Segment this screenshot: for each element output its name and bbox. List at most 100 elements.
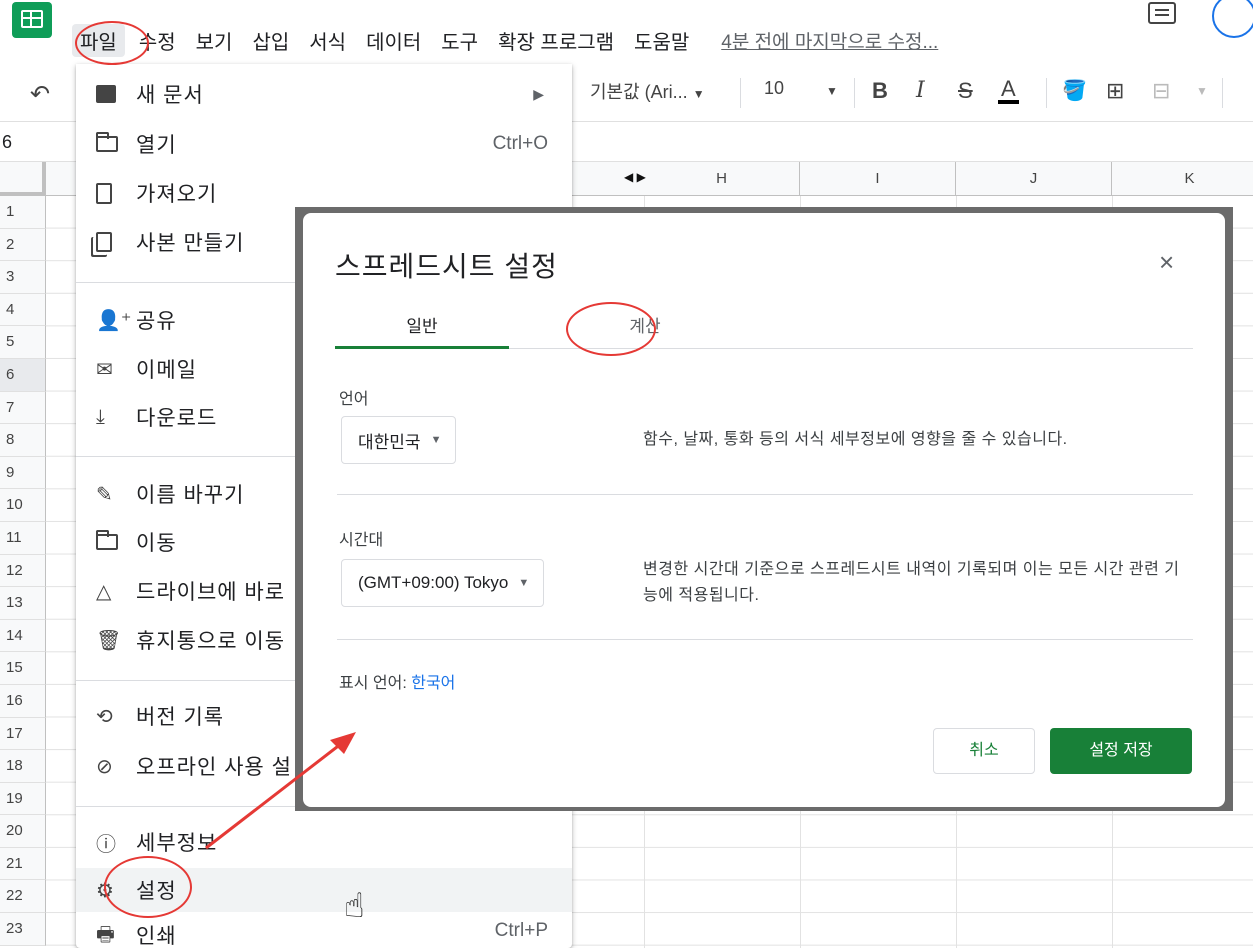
- chevron-down-icon[interactable]: ▼: [1196, 84, 1208, 98]
- undo-icon[interactable]: ↶: [30, 80, 50, 109]
- row-header[interactable]: 12: [0, 554, 46, 588]
- locale-select[interactable]: 대한민국 ▼: [341, 416, 457, 464]
- display-language-label: 표시 언어:: [339, 675, 407, 692]
- font-family-value: 기본값 (Ari...: [590, 82, 688, 102]
- menu-format[interactable]: 서식: [309, 26, 346, 55]
- account-avatar[interactable]: [1212, 0, 1253, 38]
- hand-cursor-icon: ☝: [344, 887, 365, 925]
- select-all-corner[interactable]: [0, 162, 46, 196]
- timezone-value: (GMT+09:00) Tokyo: [358, 573, 509, 592]
- row-header[interactable]: 7: [0, 391, 46, 425]
- menu-data[interactable]: 데이터: [366, 26, 421, 55]
- mail-icon: ✉: [96, 358, 113, 381]
- row-header[interactable]: 10: [0, 489, 46, 522]
- close-icon[interactable]: ×: [1159, 247, 1174, 278]
- row-header[interactable]: 2: [0, 228, 46, 262]
- row-header[interactable]: 16: [0, 684, 46, 718]
- sheets-logo-icon[interactable]: [12, 2, 52, 38]
- row-header[interactable]: 1: [0, 196, 46, 229]
- menu-extensions[interactable]: 확장 프로그램: [498, 26, 614, 55]
- trash-icon: 🗑: [96, 629, 122, 652]
- print-shortcut: Ctrl+P: [494, 920, 548, 941]
- timezone-description: 변경한 시간대 기준으로 스프레드시트 내역이 기록되며 이는 모든 시간 관련…: [643, 561, 1180, 604]
- chevron-down-icon[interactable]: ▼: [826, 84, 838, 98]
- highlight-circle-calc-tab: [566, 302, 656, 356]
- strikethrough-button[interactable]: S: [958, 78, 973, 104]
- row-header[interactable]: 19: [0, 782, 46, 816]
- column-header-k[interactable]: K: [1112, 162, 1253, 196]
- dialog-title: 스프레드시트 설정: [335, 251, 558, 282]
- document-title[interactable]: [88, 0, 508, 6]
- offline-check-icon: ⊘: [96, 755, 113, 778]
- merge-cells-icon[interactable]: ⊟: [1152, 78, 1170, 104]
- row-header[interactable]: 3: [0, 261, 46, 294]
- save-settings-button[interactable]: 설정 저장: [1050, 728, 1192, 774]
- locale-label: 언어: [339, 391, 369, 408]
- borders-icon[interactable]: ⊞: [1106, 78, 1124, 104]
- rename-icon: ✎: [96, 483, 113, 506]
- file-menu-print[interactable]: 🖶 인쇄 Ctrl+P: [76, 920, 572, 948]
- row-header[interactable]: 9: [0, 456, 46, 490]
- file-menu-new[interactable]: 새 문서 ▶: [76, 72, 572, 116]
- printer-icon: 🖶: [96, 924, 115, 946]
- drive-add-icon: △: [96, 580, 112, 603]
- font-family-select[interactable]: 기본값 (Ari... ▼: [590, 78, 705, 104]
- row-header[interactable]: 20: [0, 815, 46, 848]
- last-edit-link[interactable]: 4분 전에 마지막으로 수정...: [721, 27, 938, 54]
- comment-history-icon[interactable]: [1148, 2, 1176, 24]
- tab-general[interactable]: 일반: [335, 309, 509, 349]
- menu-tools[interactable]: 도구: [441, 26, 478, 55]
- display-language: 표시 언어: 한국어: [339, 669, 455, 693]
- column-header-i[interactable]: I: [800, 162, 956, 196]
- info-icon: ⓘ: [96, 833, 116, 856]
- settings-tabs: 일반 계산: [335, 309, 1193, 349]
- move-folder-icon: [76, 530, 136, 550]
- column-header-h[interactable]: H: [644, 162, 800, 196]
- menu-help[interactable]: 도움말: [634, 26, 689, 55]
- row-header[interactable]: 21: [0, 847, 46, 881]
- submenu-arrow-icon: ▶: [533, 85, 544, 102]
- caret-down-icon: ▼: [518, 577, 530, 589]
- timezone-select[interactable]: (GMT+09:00) Tokyo ▼: [341, 559, 545, 607]
- row-header[interactable]: 8: [0, 424, 46, 457]
- download-icon: ⤓: [96, 405, 105, 428]
- row-header[interactable]: 23: [0, 913, 46, 946]
- menu-insert[interactable]: 삽입: [252, 26, 289, 55]
- row-header[interactable]: 14: [0, 619, 46, 653]
- text-color-button[interactable]: A: [998, 78, 1019, 104]
- cancel-button[interactable]: 취소: [933, 728, 1035, 774]
- open-shortcut: Ctrl+O: [492, 133, 548, 154]
- row-header[interactable]: 15: [0, 652, 46, 685]
- caret-down-icon: ▼: [430, 434, 442, 446]
- locale-description: 함수, 날짜, 통화 등의 서식 세부정보에 영향을 줄 수 있습니다.: [643, 431, 1068, 448]
- chevron-down-icon: ▼: [692, 87, 705, 101]
- file-menu-open-label: 열기: [136, 134, 177, 157]
- row-header[interactable]: 5: [0, 326, 46, 359]
- row-header[interactable]: 22: [0, 880, 46, 914]
- file-menu-open[interactable]: 열기 Ctrl+O: [76, 122, 572, 166]
- column-header-j[interactable]: J: [956, 162, 1112, 196]
- history-icon: ⟲: [96, 705, 113, 728]
- timezone-label: 시간대: [339, 532, 384, 549]
- row-header[interactable]: 6: [0, 358, 46, 392]
- file-menu-new-label: 새 문서: [136, 84, 204, 107]
- file-icon: [76, 182, 136, 204]
- file-menu-print-label: 인쇄: [136, 925, 177, 948]
- font-size-select[interactable]: 10: [764, 78, 784, 99]
- row-header[interactable]: 13: [0, 587, 46, 620]
- menu-view[interactable]: 보기: [196, 26, 233, 55]
- row-header[interactable]: 4: [0, 293, 46, 327]
- locale-value: 대한민국: [358, 432, 421, 452]
- row-header[interactable]: 17: [0, 717, 46, 751]
- spreadsheet-settings-dialog: 스프레드시트 설정 × 일반 계산 언어 대한민국 ▼ 함수, 날짜, 통화 등…: [303, 213, 1225, 807]
- display-language-link[interactable]: 한국어: [411, 675, 455, 692]
- row-header[interactable]: 11: [0, 521, 46, 555]
- hidden-columns-arrows[interactable]: ◀ ▶: [624, 170, 646, 184]
- row-header[interactable]: 18: [0, 750, 46, 783]
- menu-bar: 파일 수정 보기 삽입 서식 데이터 도구 확장 프로그램 도움말 4분 전에 …: [72, 23, 938, 57]
- italic-button[interactable]: I: [916, 78, 925, 103]
- name-box[interactable]: 6: [2, 132, 12, 153]
- bold-button[interactable]: B: [872, 78, 888, 104]
- file-menu-import-label: 가져오기: [136, 183, 218, 206]
- fill-color-icon[interactable]: 🪣: [1062, 78, 1087, 103]
